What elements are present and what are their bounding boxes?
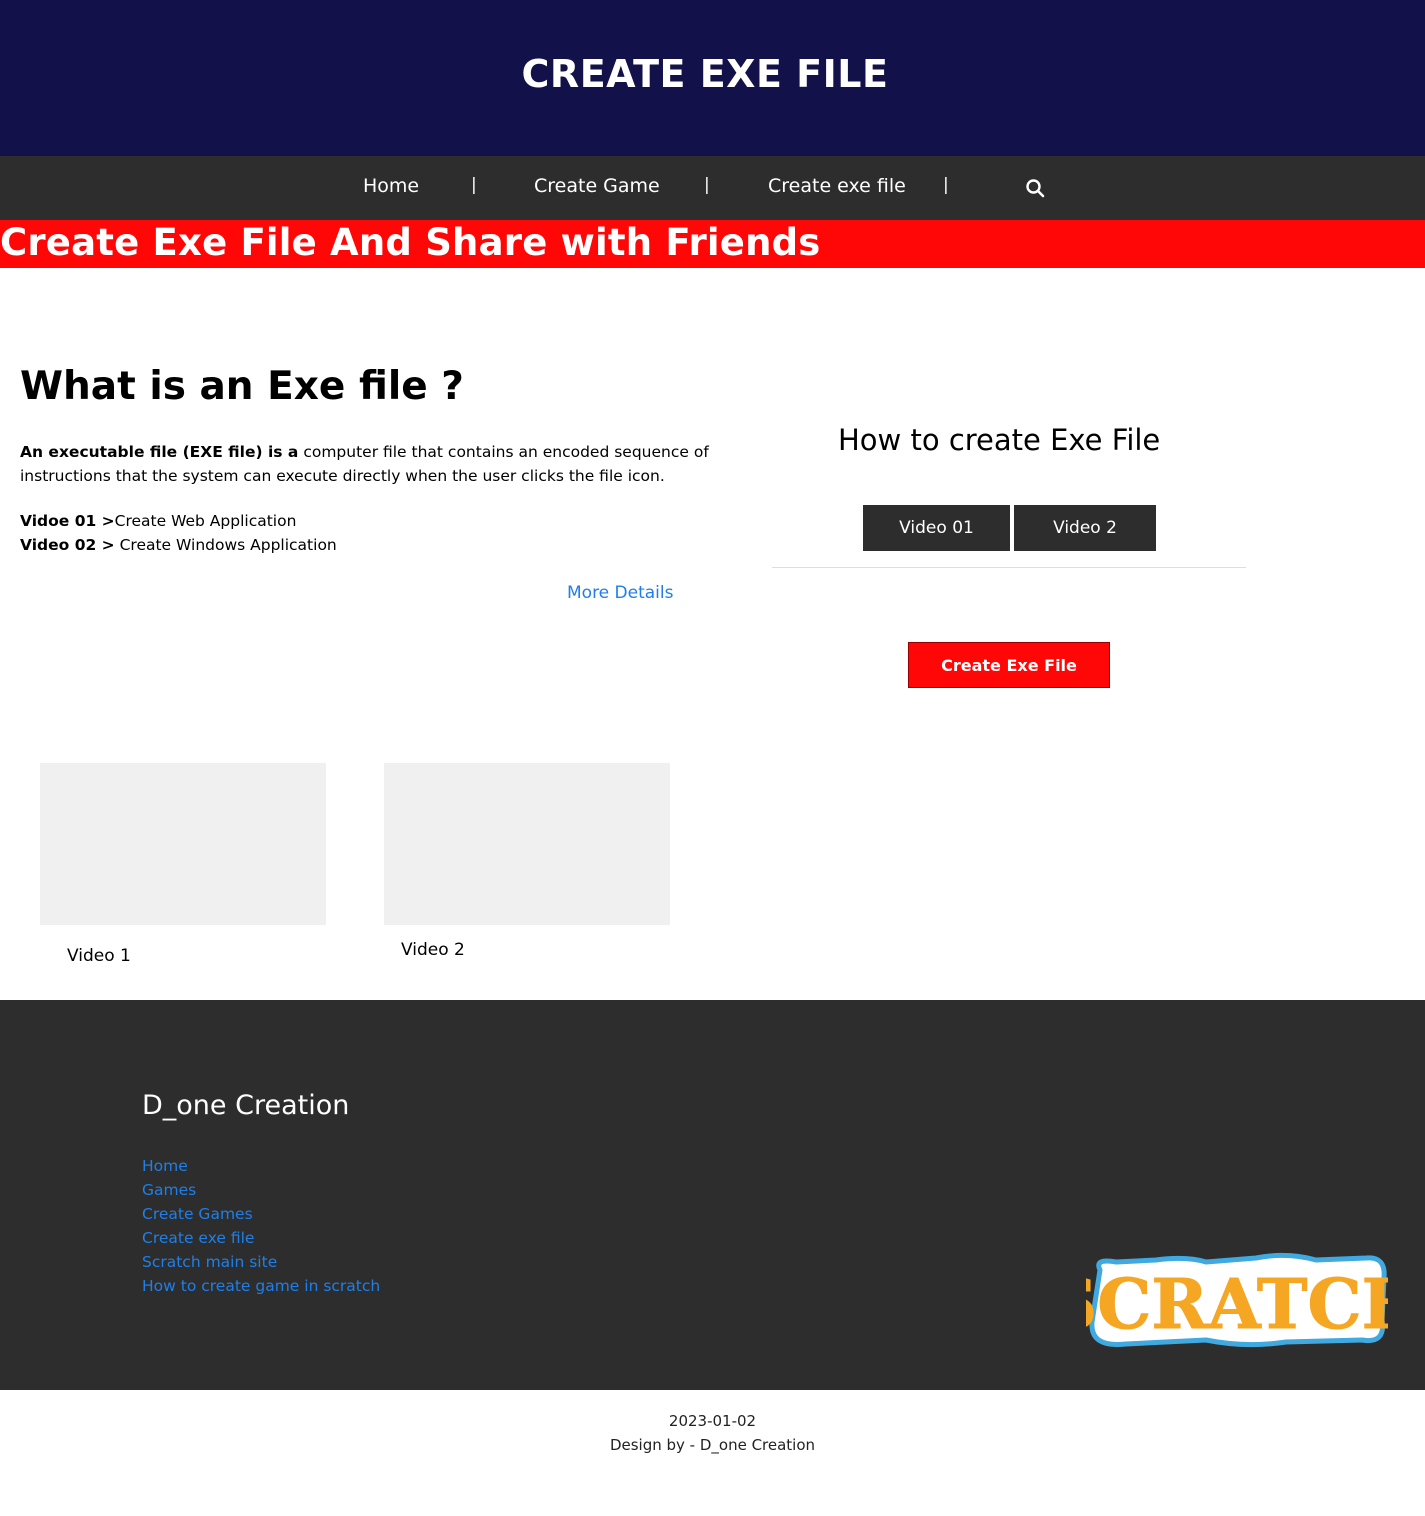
banner-text: Create Exe File And Share with Friends bbox=[0, 221, 821, 264]
video-thumbnail-1[interactable] bbox=[40, 763, 326, 925]
video-1-caption: Video 1 bbox=[67, 946, 131, 966]
video-2-text: Create Windows Application bbox=[119, 536, 337, 554]
howto-heading: How to create Exe File bbox=[838, 423, 1161, 457]
footer-link-scratch-main-site[interactable]: Scratch main site bbox=[142, 1253, 277, 1271]
search-icon[interactable] bbox=[1024, 177, 1046, 199]
nav-separator: | bbox=[471, 175, 477, 195]
section-heading: What is an Exe file ? bbox=[20, 364, 464, 409]
divider bbox=[772, 567, 1246, 568]
footer-link-how-to-create-game[interactable]: How to create game in scratch bbox=[142, 1277, 380, 1295]
scratch-logo-text: SCRATCH bbox=[1086, 1265, 1388, 1345]
more-details-link[interactable]: More Details bbox=[567, 583, 673, 603]
footer-link-home[interactable]: Home bbox=[142, 1157, 188, 1175]
footer-link-create-exe-file[interactable]: Create exe file bbox=[142, 1229, 254, 1247]
promo-banner: Create Exe File And Share with Friends bbox=[0, 220, 1425, 268]
video-2-line: Video 02 > Create Windows Application bbox=[20, 536, 337, 554]
footer-link-games[interactable]: Games bbox=[142, 1181, 196, 1199]
video-1-label: Vidoe 01 > bbox=[20, 512, 115, 530]
footer-link-create-games[interactable]: Create Games bbox=[142, 1205, 253, 1223]
create-exe-file-button[interactable]: Create Exe File bbox=[908, 642, 1110, 688]
video-2-label: Video 02 > bbox=[20, 536, 115, 554]
description-bold: An executable file (EXE file) is a bbox=[20, 443, 299, 461]
video-2-caption: Video 2 bbox=[401, 940, 465, 960]
nav-separator: | bbox=[704, 175, 710, 195]
site-header: CREATE EXE FILE bbox=[0, 0, 1425, 156]
copyright-design: Design by - D_one Creation bbox=[609, 1436, 816, 1454]
nav-bar: Home | Create Game | Create exe file | bbox=[0, 156, 1425, 220]
video-1-line: Vidoe 01 >Create Web Application bbox=[20, 512, 296, 530]
nav-item-create-exe-file[interactable]: Create exe file bbox=[768, 175, 906, 197]
description-paragraph: An executable file (EXE file) is a compu… bbox=[20, 440, 710, 488]
tab-video-2[interactable]: Video 2 bbox=[1014, 505, 1156, 551]
nav-item-create-game[interactable]: Create Game bbox=[534, 175, 660, 197]
nav-item-home[interactable]: Home bbox=[363, 175, 419, 197]
page-title: CREATE EXE FILE bbox=[521, 52, 889, 96]
video-1-text: Create Web Application bbox=[114, 512, 297, 530]
video-thumbnail-2[interactable] bbox=[384, 763, 670, 925]
copyright-date: 2023-01-02 bbox=[668, 1412, 757, 1430]
footer-brand: D_one Creation bbox=[142, 1090, 350, 1121]
scratch-logo[interactable]: SCRATCH bbox=[1086, 1250, 1388, 1350]
tab-video-01[interactable]: Video 01 bbox=[863, 505, 1010, 551]
nav-separator: | bbox=[943, 175, 949, 195]
